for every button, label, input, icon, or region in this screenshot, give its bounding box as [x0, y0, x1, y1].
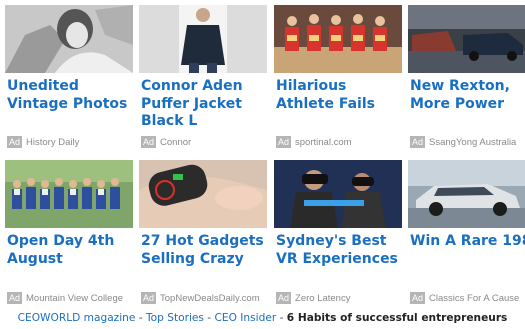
ad-title[interactable]: Connor Aden Puffer Jacket Black L [141, 78, 267, 131]
footer-breadcrumb: CEOWORLD magazine - Top Stories - CEO In… [0, 312, 525, 324]
ad-title[interactable]: New Rexton, More Power [410, 78, 525, 113]
ad-source-name: sportinal.com [295, 136, 352, 148]
ad-source-name: Classics For A Cause [429, 292, 520, 304]
ad-source: Ad TopNewDealsDaily.com [141, 291, 260, 305]
ad-thumbnail-image[interactable] [5, 160, 133, 228]
ad-badge: Ad [7, 292, 23, 304]
ad-source-name: Zero Latency [295, 292, 351, 304]
race-car-photo-image [408, 160, 525, 228]
ad-source-name: History Daily [26, 136, 80, 148]
breadcrumb-separator: - [135, 312, 146, 324]
ad-source-name: SsangYong Australia [429, 136, 517, 148]
ad-thumbnail-image[interactable] [274, 160, 402, 228]
ad-badge: Ad [7, 136, 23, 148]
ad-badge: Ad [141, 292, 157, 304]
suv-photo-image [408, 5, 525, 73]
ceoworld-magazine-link[interactable]: CEOWORLD magazine [18, 312, 136, 324]
ad-source: Ad Zero Latency [276, 291, 350, 305]
gadget-photo-image [139, 160, 267, 228]
ad-badge: Ad [141, 136, 157, 148]
ad-source-name: TopNewDealsDaily.com [160, 292, 260, 304]
ceo-insider-link[interactable]: CEO Insider [215, 312, 277, 324]
ad-title[interactable]: 27 Hot Gadgets Selling Crazy [141, 233, 267, 268]
ad-badge: Ad [276, 136, 292, 148]
ad-title[interactable]: Unedited Vintage Photos [7, 78, 133, 113]
ad-card[interactable]: Unedited Vintage Photos Ad History Daily [5, 5, 133, 150]
breadcrumb-separator: - [276, 312, 287, 324]
ad-source: Ad History Daily [7, 135, 79, 149]
ad-thumbnail-image[interactable] [408, 5, 525, 73]
ad-card[interactable]: New Rexton, More Power Ad SsangYong Aust… [408, 5, 525, 150]
ad-card[interactable]: Open Day 4th August Ad Mountain View Col… [5, 160, 133, 305]
vintage-photo-image [5, 5, 133, 73]
athletes-photo-image [274, 5, 402, 73]
ad-thumbnail-image[interactable] [274, 5, 402, 73]
ad-card[interactable]: Sydney's Best VR Experiences Ad Zero Lat… [274, 160, 402, 305]
current-article-title: 6 Habits of successful entrepreneurs [286, 312, 508, 324]
ad-title[interactable]: Open Day 4th August [7, 233, 133, 268]
ad-thumbnail-image[interactable] [5, 5, 133, 73]
ad-card[interactable]: Connor Aden Puffer Jacket Black L Ad Con… [139, 5, 267, 150]
ad-title[interactable]: Sydney's Best VR Experiences [276, 233, 402, 268]
ad-title[interactable]: Win A Rare 1988 HSV Race Car [410, 233, 525, 251]
ad-source: Ad Mountain View College [7, 291, 123, 305]
ad-card[interactable]: 27 Hot Gadgets Selling Crazy Ad TopNewDe… [139, 160, 267, 305]
ad-thumbnail-image[interactable] [139, 160, 267, 228]
ad-badge: Ad [410, 136, 426, 148]
ad-source: Ad Connor [141, 135, 191, 149]
ad-card[interactable]: Hilarious Athlete Fails Ad sportinal.com [274, 5, 402, 150]
ad-source: Ad sportinal.com [276, 135, 352, 149]
ad-thumbnail-image[interactable] [139, 5, 267, 73]
ad-badge: Ad [410, 292, 426, 304]
students-photo-image [5, 160, 133, 228]
ad-source-name: Connor [160, 136, 192, 148]
sponsored-content-grid: Unedited Vintage Photos Ad History Daily… [0, 0, 525, 305]
ad-badge: Ad [276, 292, 292, 304]
ad-source: Ad Classics For A Cause [410, 291, 519, 305]
ad-title[interactable]: Hilarious Athlete Fails [276, 78, 402, 113]
ad-source-name: Mountain View College [26, 292, 124, 304]
ad-thumbnail-image[interactable] [408, 160, 525, 228]
jacket-photo-image [139, 5, 267, 73]
vr-photo-image [274, 160, 402, 228]
ad-source: Ad SsangYong Australia [410, 135, 516, 149]
top-stories-link[interactable]: Top Stories [146, 312, 204, 324]
ad-card[interactable]: Win A Rare 1988 HSV Race Car Ad Classics… [408, 160, 525, 305]
breadcrumb-separator: - [203, 312, 215, 324]
